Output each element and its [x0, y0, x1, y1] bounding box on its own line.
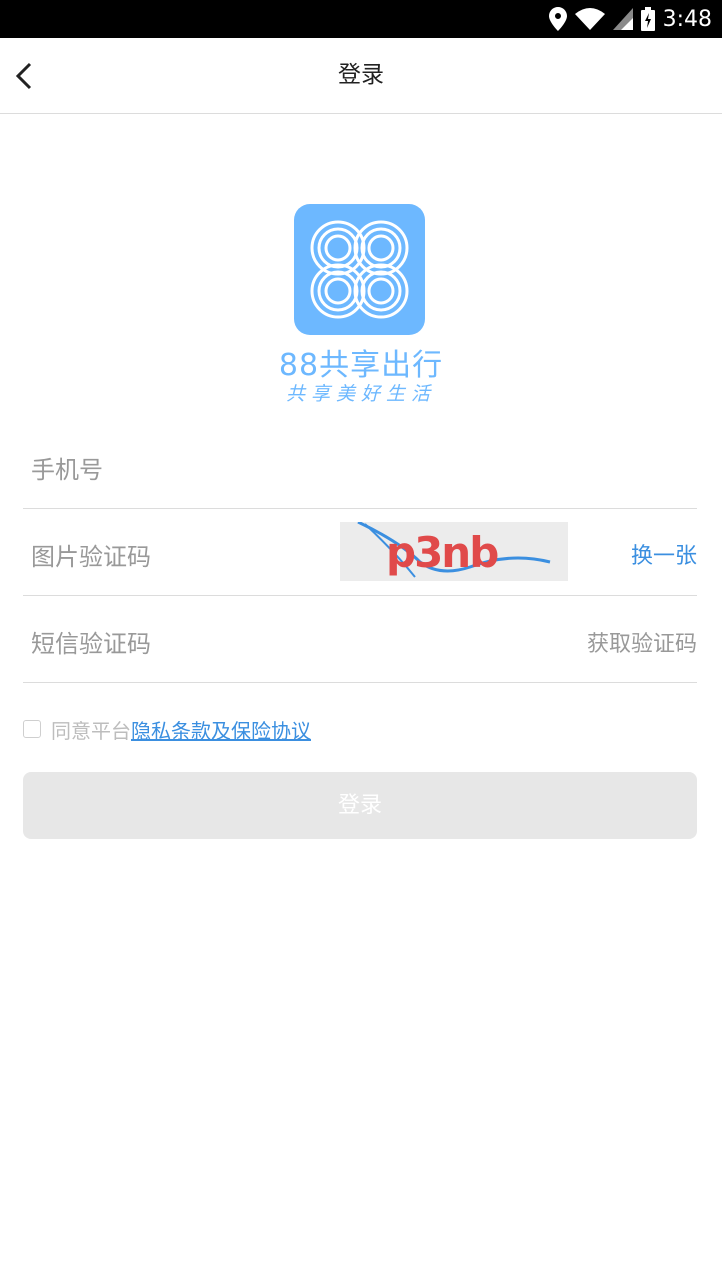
- image-code-field: 图片验证码 p3nb 换一张: [23, 509, 697, 596]
- battery-icon: [640, 7, 655, 31]
- brand-name: 88共享出行: [278, 348, 444, 383]
- status-bar: 3:48: [0, 0, 722, 38]
- status-icons: 3:48: [548, 0, 712, 38]
- captcha-image[interactable]: p3nb: [340, 522, 568, 581]
- agreement: 同意平台 隐私条款及保险协议: [23, 715, 311, 744]
- page-title: 登录: [338, 62, 384, 88]
- sms-code-field: 短信验证码 获取验证码: [23, 596, 697, 683]
- agreement-link[interactable]: 隐私条款及保险协议: [131, 715, 311, 744]
- brand-slogan: 共享美好生活: [285, 383, 436, 405]
- agreement-checkbox[interactable]: [23, 720, 41, 738]
- image-code-input[interactable]: 图片验证码: [31, 537, 151, 572]
- get-sms-code-button[interactable]: 获取验证码: [587, 626, 697, 658]
- phone-field[interactable]: 手机号: [23, 424, 697, 509]
- sms-code-input[interactable]: 短信验证码: [31, 624, 151, 659]
- refresh-captcha-button[interactable]: 换一张: [631, 538, 697, 570]
- signal-icon: [612, 8, 633, 30]
- phone-input[interactable]: 手机号: [31, 450, 103, 485]
- wifi-icon: [574, 8, 605, 30]
- status-time: 3:48: [662, 6, 712, 32]
- location-icon: [548, 7, 567, 31]
- agreement-prefix: 同意平台: [51, 718, 131, 743]
- header-bar: 登录: [0, 38, 722, 114]
- captcha-text: p3nb: [386, 528, 499, 577]
- login-button[interactable]: 登录: [23, 772, 697, 839]
- app-logo: [294, 204, 425, 335]
